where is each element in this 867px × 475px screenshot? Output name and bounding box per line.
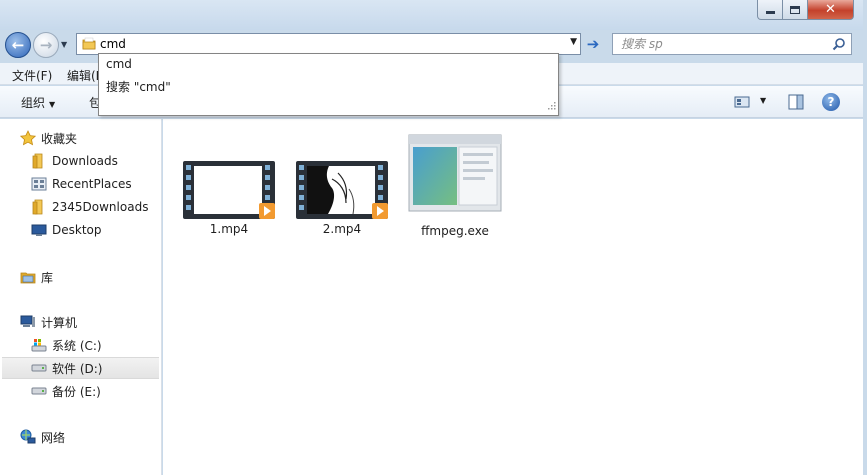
libraries-label: 库 xyxy=(41,270,54,285)
search-input[interactable] xyxy=(621,36,821,52)
chevron-down-icon[interactable]: ▼ xyxy=(760,96,766,105)
desktop-icon xyxy=(31,222,47,238)
organize-button[interactable]: 组织 ▼ xyxy=(21,94,55,111)
file-item[interactable]: 2.mp4 xyxy=(287,157,397,237)
forward-button[interactable]: → xyxy=(33,32,59,58)
maximize-button[interactable] xyxy=(782,0,808,20)
chevron-down-icon: ▼ xyxy=(61,40,68,49)
star-icon xyxy=(20,130,36,146)
minimize-button[interactable] xyxy=(757,0,783,20)
organize-label: 组织 xyxy=(21,96,46,110)
file-item[interactable]: ffmpeg.exe xyxy=(400,131,510,241)
recent-places-icon xyxy=(31,176,47,192)
folder-icon xyxy=(31,199,47,215)
favorites-label: 收藏夹 xyxy=(41,131,78,146)
file-name: 1.mp4 xyxy=(209,222,249,236)
network-icon xyxy=(20,429,36,445)
library-icon xyxy=(20,269,36,285)
recent-pages-dropdown[interactable]: ▼ xyxy=(61,40,67,49)
arrow-right-icon: → xyxy=(39,36,53,54)
address-autocomplete: cmd 搜索 "cmd" xyxy=(98,53,559,116)
menu-file[interactable]: 文件(F) xyxy=(12,67,52,84)
chevron-down-icon[interactable]: ▼ xyxy=(570,37,577,47)
sidebar-item-drive-d[interactable]: 软件 (D:) xyxy=(2,357,159,379)
drive-icon xyxy=(31,360,47,376)
sidebar-item-computer[interactable]: 计算机 xyxy=(20,311,180,333)
arrow-right-icon: ➔ xyxy=(586,35,600,53)
window-border xyxy=(863,0,867,475)
arrow-left-icon: ← xyxy=(11,36,25,54)
file-list: 1.mp4 2.mp4 ffmpeg.exe xyxy=(163,119,863,475)
sidebar-item-label: 备份 (E:) xyxy=(52,384,101,399)
minimize-icon xyxy=(765,10,775,14)
autocomplete-item[interactable]: 搜索 "cmd" xyxy=(106,78,171,95)
sidebar-item-network[interactable]: 网络 xyxy=(20,426,180,448)
file-name: 2.mp4 xyxy=(322,222,362,236)
search-icon[interactable] xyxy=(832,37,846,54)
sidebar-item-libraries[interactable]: 库 xyxy=(20,266,180,288)
help-icon[interactable]: ? xyxy=(822,93,840,111)
folder-icon xyxy=(82,37,96,54)
sidebar-item-label: 软件 (D:) xyxy=(52,361,103,376)
file-name: ffmpeg.exe xyxy=(421,224,489,238)
sidebar-item-label: Desktop xyxy=(52,223,102,237)
file-item[interactable]: 1.mp4 xyxy=(174,157,284,237)
title-bar: ✕ xyxy=(0,0,867,30)
search-box[interactable] xyxy=(612,33,852,55)
address-bar[interactable]: ▼ xyxy=(76,33,581,55)
network-label: 网络 xyxy=(41,430,66,445)
drive-icon xyxy=(31,383,47,399)
sidebar-item-label: RecentPlaces xyxy=(52,177,132,191)
close-button[interactable]: ✕ xyxy=(807,0,854,20)
back-button[interactable]: ← xyxy=(5,32,31,58)
chevron-down-icon: ▼ xyxy=(49,100,56,109)
maximize-icon xyxy=(790,5,800,14)
computer-label: 计算机 xyxy=(41,315,78,330)
sidebar-item-favorites[interactable]: 收藏夹 xyxy=(20,127,180,149)
system-drive-icon xyxy=(31,337,47,353)
navigation-pane: 收藏夹 Downloads RecentPlaces 2345Downloads… xyxy=(0,119,162,475)
sidebar-item-label: 系统 (C:) xyxy=(52,338,102,353)
resize-grip-icon[interactable] xyxy=(546,99,556,113)
sidebar-item-label: 2345Downloads xyxy=(52,200,149,214)
folder-icon xyxy=(31,153,47,169)
computer-icon xyxy=(20,314,36,330)
address-input[interactable] xyxy=(100,36,545,52)
change-view-icon[interactable] xyxy=(734,95,750,112)
go-button[interactable]: ➔ xyxy=(582,33,604,55)
sidebar-item-label: Downloads xyxy=(52,154,118,168)
autocomplete-item[interactable]: cmd xyxy=(106,57,132,71)
preview-pane-icon[interactable] xyxy=(788,94,804,113)
close-icon: ✕ xyxy=(825,2,836,17)
